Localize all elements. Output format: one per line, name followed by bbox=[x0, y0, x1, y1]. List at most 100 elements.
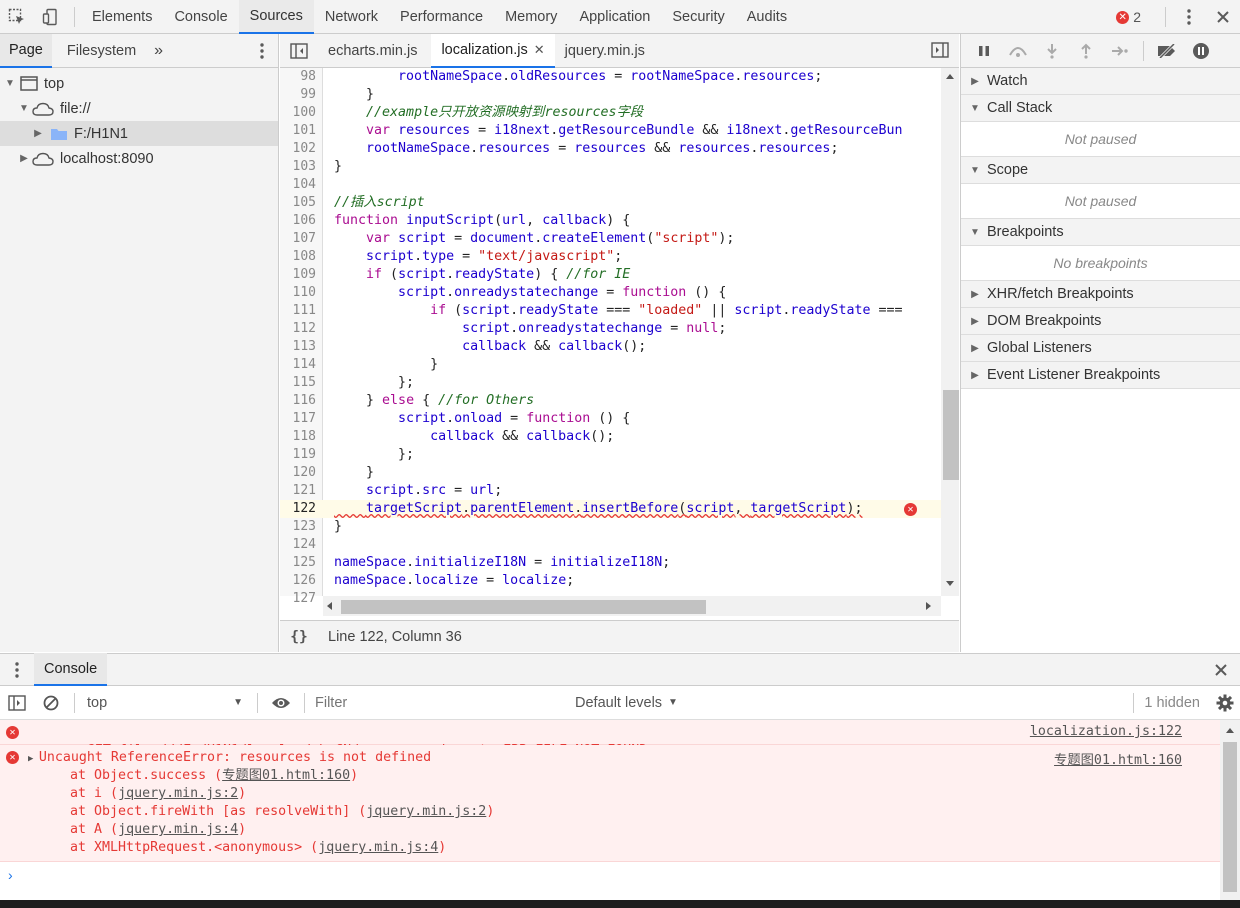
console-error-message[interactable]: ✕ ▶ Uncaught ReferenceError: resources i… bbox=[0, 745, 1220, 862]
line-number[interactable]: 112 bbox=[280, 320, 316, 338]
expand-triangle-icon[interactable]: ▼ bbox=[969, 227, 981, 238]
section-scope[interactable]: ▼ Scope bbox=[961, 157, 1240, 184]
console-vertical-scrollbar[interactable] bbox=[1220, 720, 1240, 900]
inline-error-icon[interactable]: ✕ bbox=[904, 503, 917, 516]
console-sidebar-icon[interactable] bbox=[0, 694, 34, 711]
file-tab-echarts[interactable]: echarts.min.js bbox=[318, 34, 427, 68]
context-selector[interactable]: top ▼ bbox=[81, 686, 251, 720]
live-expression-eye-icon[interactable] bbox=[264, 696, 298, 710]
collapsed-triangle-icon[interactable]: ▶ bbox=[969, 289, 981, 300]
code-line[interactable]: 114 } bbox=[280, 356, 941, 374]
log-levels-dropdown[interactable]: Default levels ▼ bbox=[575, 695, 678, 711]
tree-item-top[interactable]: ▼ top bbox=[0, 71, 278, 96]
line-number[interactable]: 118 bbox=[280, 428, 316, 446]
tab-memory[interactable]: Memory bbox=[494, 0, 568, 34]
collapsed-triangle-icon[interactable]: ▶ bbox=[18, 153, 30, 164]
line-number[interactable]: 120 bbox=[280, 464, 316, 482]
section-global-listeners[interactable]: ▶ Global Listeners bbox=[961, 335, 1240, 362]
code-line[interactable]: 122 targetScript.parentElement.insertBef… bbox=[280, 500, 941, 518]
line-number[interactable]: 117 bbox=[280, 410, 316, 428]
collapsed-triangle-icon[interactable]: ▶ bbox=[969, 316, 981, 327]
line-number[interactable]: 111 bbox=[280, 302, 316, 320]
line-number[interactable]: 114 bbox=[280, 356, 316, 374]
line-number[interactable]: 116 bbox=[280, 392, 316, 410]
section-xhr-fetch-breakpoints[interactable]: ▶ XHR/fetch Breakpoints bbox=[961, 281, 1240, 308]
pause-icon[interactable] bbox=[967, 34, 1001, 68]
line-number[interactable]: 103 bbox=[280, 158, 316, 176]
collapsed-triangle-icon[interactable]: ▶ bbox=[969, 343, 981, 354]
code-line[interactable]: 117 script.onload = function () { bbox=[280, 410, 941, 428]
code-line[interactable]: 124 bbox=[280, 536, 941, 554]
code-line[interactable]: 113 callback && callback(); bbox=[280, 338, 941, 356]
tab-performance[interactable]: Performance bbox=[389, 0, 494, 34]
code-line[interactable]: 125 nameSpace.initializeI18N = initialize… bbox=[280, 554, 941, 572]
line-number[interactable]: 108 bbox=[280, 248, 316, 266]
expand-message-icon[interactable]: ▶ bbox=[28, 754, 39, 764]
stack-frame-link[interactable]: 专题图01.html:160 bbox=[222, 768, 350, 783]
line-number[interactable]: 109 bbox=[280, 266, 316, 284]
code-line[interactable]: 123} bbox=[280, 518, 941, 536]
step-icon[interactable] bbox=[1103, 34, 1137, 68]
scrollbar-thumb[interactable] bbox=[1223, 742, 1237, 892]
code-line[interactable]: 115 }; bbox=[280, 374, 941, 392]
stack-frame-link[interactable]: jquery.min.js:4 bbox=[118, 822, 238, 837]
tab-elements[interactable]: Elements bbox=[81, 0, 163, 34]
collapsed-triangle-icon[interactable]: ▶ bbox=[969, 370, 981, 381]
code-area[interactable]: 98 rootNameSpace.oldResources = rootName… bbox=[280, 68, 959, 620]
scroll-right-icon[interactable] bbox=[926, 602, 931, 610]
scroll-up-icon[interactable] bbox=[1226, 728, 1234, 733]
more-options-icon[interactable] bbox=[1172, 0, 1206, 34]
line-number[interactable]: 124 bbox=[280, 536, 316, 554]
stack-frame-link[interactable]: jquery.min.js:4 bbox=[318, 840, 438, 855]
code-line[interactable]: 102 rootNameSpace.resources = resources … bbox=[280, 140, 941, 158]
toggle-navigator-icon[interactable] bbox=[280, 34, 318, 68]
code-line[interactable]: 111 if (script.readyState === "loaded" |… bbox=[280, 302, 941, 320]
expand-triangle-icon[interactable]: ▼ bbox=[969, 103, 981, 114]
tab-security[interactable]: Security bbox=[661, 0, 735, 34]
code-line[interactable]: 99 } bbox=[280, 86, 941, 104]
stack-frame-link[interactable]: jquery.min.js:2 bbox=[366, 804, 486, 819]
line-number[interactable]: 125 bbox=[280, 554, 316, 572]
section-watch[interactable]: ▶ Watch bbox=[961, 68, 1240, 95]
source-link[interactable]: localization.js:122 bbox=[1030, 724, 1182, 739]
close-drawer-icon[interactable] bbox=[1214, 663, 1228, 680]
code-line[interactable]: 119 }; bbox=[280, 446, 941, 464]
pretty-print-icon[interactable]: {} bbox=[280, 629, 318, 645]
line-number[interactable]: 126 bbox=[280, 572, 316, 590]
code-line[interactable]: 107 var script = document.createElement(… bbox=[280, 230, 941, 248]
line-number[interactable]: 115 bbox=[280, 374, 316, 392]
tab-page[interactable]: Page bbox=[0, 33, 52, 68]
code-line[interactable]: 109 if (script.readyState) { //for IE bbox=[280, 266, 941, 284]
code-line[interactable]: 104 bbox=[280, 176, 941, 194]
line-number[interactable]: 104 bbox=[280, 176, 316, 194]
console-prompt[interactable]: › bbox=[0, 862, 1220, 888]
section-event-listener-breakpoints[interactable]: ▶ Event Listener Breakpoints bbox=[961, 362, 1240, 389]
line-number[interactable]: 123 bbox=[280, 518, 316, 536]
stack-frame-link[interactable]: jquery.min.js:2 bbox=[118, 786, 238, 801]
tree-item-h1n1-folder[interactable]: ▶ F:/H1N1 bbox=[0, 121, 278, 146]
line-number[interactable]: 119 bbox=[280, 446, 316, 464]
line-number[interactable]: 101 bbox=[280, 122, 316, 140]
scroll-left-icon[interactable] bbox=[327, 602, 332, 610]
file-tab-localization[interactable]: localization.js ✕ bbox=[431, 33, 555, 68]
tab-console[interactable]: Console bbox=[163, 0, 238, 34]
scrollbar-thumb[interactable] bbox=[341, 600, 706, 614]
console-error-message[interactable]: ✕ ▶ GET file:///F:/H1N1/locales/zh-CN/re… bbox=[0, 720, 1220, 758]
collapsed-triangle-icon[interactable]: ▶ bbox=[969, 76, 981, 87]
expand-triangle-icon[interactable]: ▼ bbox=[969, 165, 981, 176]
more-tabs-button[interactable]: » bbox=[145, 34, 172, 68]
expand-triangle-icon[interactable]: ▼ bbox=[4, 78, 16, 89]
code-line[interactable]: 112 script.onreadystatechange = null; bbox=[280, 320, 941, 338]
toggle-debugger-icon[interactable] bbox=[931, 42, 949, 61]
line-number[interactable]: 105 bbox=[280, 194, 316, 212]
inspect-element-icon[interactable] bbox=[0, 0, 34, 34]
navigator-menu-icon[interactable] bbox=[260, 43, 264, 62]
code-line[interactable]: 106 function inputScript(url, callback) { bbox=[280, 212, 941, 230]
code-line[interactable]: 110 script.onreadystatechange = function… bbox=[280, 284, 941, 302]
scroll-down-icon[interactable] bbox=[946, 581, 954, 586]
pause-on-exceptions-icon[interactable] bbox=[1184, 34, 1218, 68]
console-filter-input[interactable] bbox=[311, 690, 567, 715]
line-number[interactable]: 98 bbox=[280, 68, 316, 86]
line-number[interactable]: 113 bbox=[280, 338, 316, 356]
section-breakpoints[interactable]: ▼ Breakpoints bbox=[961, 219, 1240, 246]
